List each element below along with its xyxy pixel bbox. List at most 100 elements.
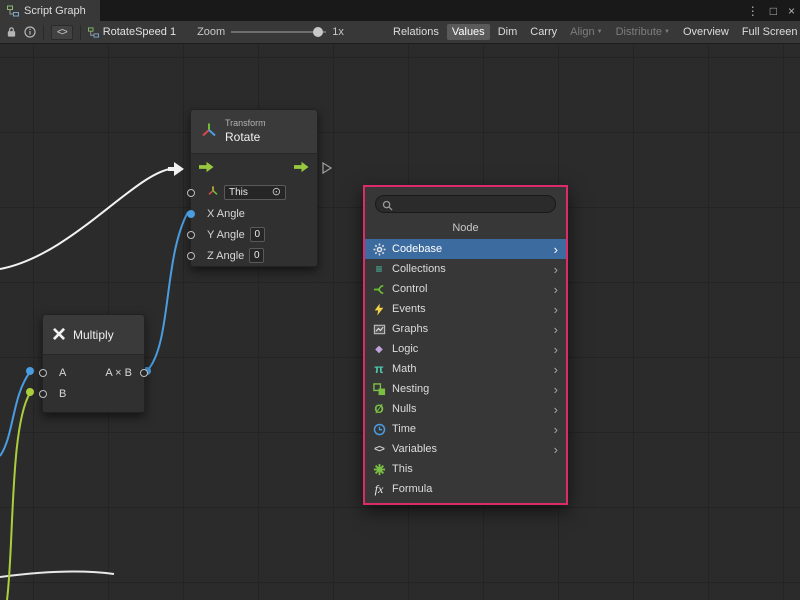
zoom-slider-knob[interactable] [313, 27, 323, 37]
close-icon[interactable]: × [788, 4, 795, 18]
relations-button[interactable]: Relations [388, 24, 444, 40]
flow-input-arrow-icon[interactable] [199, 161, 214, 176]
finder-item-graphs[interactable]: Graphs › [365, 319, 566, 339]
y-angle-port[interactable] [187, 231, 195, 239]
finder-item-collections[interactable]: ≡ Collections › [365, 259, 566, 279]
distribute-dropdown[interactable]: Distribute▼ [611, 24, 675, 40]
object-picker-icon[interactable]: ⊙ [272, 187, 281, 198]
code-view-button[interactable]: <> [51, 25, 73, 40]
finder-item-events[interactable]: Events › [365, 299, 566, 319]
finder-item-nesting[interactable]: Nesting › [365, 379, 566, 399]
chevron-right-icon: › [554, 303, 561, 316]
chevron-right-icon: › [554, 423, 561, 436]
control-wire[interactable] [0, 169, 170, 269]
search-icon [382, 198, 393, 216]
chevron-right-icon: › [554, 403, 561, 416]
output-label: A × B [105, 367, 136, 379]
graph-breadcrumb[interactable]: RotateSpeed 1 [88, 26, 176, 38]
node-name-label: Multiply [73, 328, 114, 342]
brackets-icon: <> [371, 444, 387, 455]
finder-item-logic[interactable]: ◆ Logic › [365, 339, 566, 359]
wire-endpoint [26, 367, 34, 375]
branch-icon [371, 283, 387, 296]
info-icon[interactable] [24, 26, 36, 38]
lock-icon[interactable] [6, 26, 17, 38]
toolbar-button-group: Relations Values Dim Carry Align▼ Distri… [388, 21, 800, 43]
finder-item-control[interactable]: Control › [365, 279, 566, 299]
transform-rotate-node[interactable]: Transform Rotate [190, 109, 318, 267]
y-angle-label: Y Angle [207, 229, 245, 241]
flow-continuation-icon [322, 162, 332, 177]
fx-icon: fx [371, 482, 387, 497]
chevron-down-icon: ▼ [664, 29, 670, 35]
carry-button[interactable]: Carry [525, 24, 562, 40]
chevron-right-icon: › [554, 323, 561, 336]
finder-item-nulls[interactable]: Ø Nulls › [365, 399, 566, 419]
z-angle-row: Z Angle 0 [191, 245, 317, 266]
b-port[interactable] [39, 390, 47, 398]
a-label: A [59, 367, 66, 379]
flow-row [191, 154, 317, 182]
zoom-value: 1x [332, 26, 344, 38]
z-angle-port[interactable] [187, 252, 195, 260]
finder-item-variables[interactable]: <> Variables › [365, 439, 566, 459]
value-wire-into-b[interactable] [7, 393, 30, 600]
align-dropdown[interactable]: Align▼ [565, 24, 607, 40]
chevron-right-icon: › [554, 383, 561, 396]
node-header[interactable]: × Multiply [43, 315, 144, 355]
this-object-field[interactable]: This ⊙ [224, 185, 286, 200]
this-input-row: This ⊙ [191, 182, 317, 203]
fuzzy-finder-popup: Node Codebase › [363, 185, 568, 505]
values-button[interactable]: Values [447, 24, 490, 40]
result-port[interactable] [140, 369, 148, 377]
zoom-slider-track[interactable] [231, 31, 326, 33]
zoom-control: Zoom 1x [197, 26, 344, 38]
toolbar-separator [80, 25, 81, 40]
multiply-icon: × [52, 325, 66, 345]
node-header[interactable]: Transform Rotate [191, 110, 317, 154]
fullscreen-button[interactable]: Full Screen [737, 24, 800, 40]
x-angle-row: X Angle [191, 203, 317, 224]
this-port[interactable] [187, 189, 195, 197]
zoom-slider[interactable] [231, 26, 326, 38]
multiply-node[interactable]: × Multiply A A × B B [42, 314, 145, 413]
value-wire-multiply-to-xangle[interactable] [147, 212, 188, 371]
control-wire-arrow-icon [168, 162, 184, 176]
chevron-down-icon: ▼ [597, 29, 603, 35]
transform-axes-icon [200, 122, 218, 142]
finder-item-codebase[interactable]: Codebase › [365, 239, 566, 259]
search-input[interactable] [375, 195, 556, 213]
flow-output-arrow-icon[interactable] [294, 161, 309, 176]
x-angle-port[interactable] [187, 210, 195, 218]
null-icon: Ø [371, 402, 387, 416]
search-area [365, 187, 566, 218]
unity-visual-scripting-window: Script Graph ⋮ □ × <> [0, 0, 800, 600]
graph-asset-icon [88, 27, 99, 38]
dim-button[interactable]: Dim [493, 24, 523, 40]
z-angle-label: Z Angle [207, 250, 244, 262]
toolbar-separator [43, 25, 44, 40]
kebab-menu-icon[interactable]: ⋮ [747, 4, 759, 18]
wire-endpoint [26, 388, 34, 396]
finder-item-math[interactable]: π Math › [365, 359, 566, 379]
control-wire-bottom[interactable] [0, 572, 114, 577]
finder-item-formula[interactable]: fx Formula [365, 479, 566, 499]
chevron-right-icon: › [554, 243, 561, 256]
input-a-row: A A × B [43, 362, 144, 383]
list-icon: ≡ [371, 262, 387, 276]
window-controls: ⋮ □ × [747, 0, 795, 21]
maximize-icon[interactable]: □ [770, 4, 777, 18]
finder-item-time[interactable]: Time › [365, 419, 566, 439]
x-angle-label: X Angle [207, 208, 245, 220]
tab-label: Script Graph [24, 5, 86, 17]
value-wire-into-a[interactable] [0, 372, 30, 456]
chevron-right-icon: › [554, 263, 561, 276]
tab-script-graph[interactable]: Script Graph [0, 0, 100, 21]
a-port[interactable] [39, 369, 47, 377]
y-angle-value-field[interactable]: 0 [250, 227, 265, 242]
overview-button[interactable]: Overview [678, 24, 734, 40]
finder-item-this[interactable]: This [365, 459, 566, 479]
z-angle-value-field[interactable]: 0 [249, 248, 264, 263]
transform-mini-icon [207, 185, 219, 200]
node-name-label: Rotate [225, 130, 266, 145]
